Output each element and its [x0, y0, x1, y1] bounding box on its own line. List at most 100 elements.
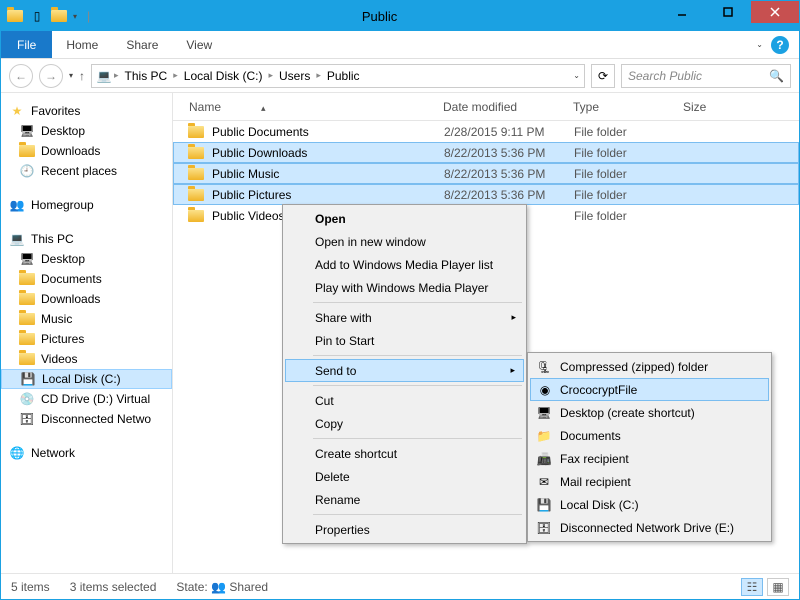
column-headers: Name▴ Date modified Type Size — [173, 93, 799, 121]
menu-item[interactable]: Copy — [285, 412, 524, 435]
column-type[interactable]: Type — [563, 100, 673, 114]
window-title: Public — [100, 9, 659, 24]
menu-item-label: Properties — [315, 523, 370, 537]
menu-item-label: Cut — [315, 394, 334, 408]
tab-share[interactable]: Share — [112, 32, 172, 58]
sidebar-item-recent[interactable]: 🕘Recent places — [1, 161, 172, 181]
menu-item[interactable]: 🗜Compressed (zipped) folder — [530, 355, 769, 378]
network-icon: 🌐 — [9, 445, 25, 461]
chevron-right-icon[interactable]: ▸ — [114, 70, 119, 81]
netdrive-icon: 🗄 — [19, 411, 35, 427]
column-size[interactable]: Size — [673, 100, 743, 114]
menu-item[interactable]: ◉CrococryptFile — [530, 378, 769, 401]
menu-item[interactable]: 💾Local Disk (C:) — [530, 493, 769, 516]
search-input[interactable]: Search Public 🔍 — [621, 64, 791, 88]
sidebar-item-pictures[interactable]: Pictures — [1, 329, 172, 349]
menu-item[interactable]: Share with▸ — [285, 306, 524, 329]
chevron-right-icon[interactable]: ▸ — [268, 70, 273, 81]
menu-item[interactable]: Properties — [285, 518, 524, 541]
menu-item[interactable]: Create shortcut — [285, 442, 524, 465]
ribbon-collapse-icon[interactable]: ⌄ — [756, 40, 763, 49]
sidebar-item-desktop[interactable]: 🖥Desktop — [1, 121, 172, 141]
menu-item[interactable]: Cut — [285, 389, 524, 412]
qat-dropdown-icon[interactable]: ▾ — [73, 12, 77, 21]
menu-item-label: Fax recipient — [560, 452, 629, 466]
menu-item-label: Add to Windows Media Player list — [315, 258, 493, 272]
sidebar-favorites[interactable]: ★Favorites — [1, 101, 172, 121]
refresh-button[interactable]: ⟳ — [591, 64, 615, 88]
sidebar-item-desktop2[interactable]: 🖥Desktop — [1, 249, 172, 269]
row-name: Public Documents — [212, 125, 309, 139]
disk-icon: 💾 — [536, 497, 552, 513]
tab-home[interactable]: Home — [52, 32, 112, 58]
nav-bar: ← → ▾ ↑ 💻 ▸ This PC ▸ Local Disk (C:) ▸ … — [1, 59, 799, 93]
forward-button[interactable]: → — [39, 64, 63, 88]
titlebar[interactable]: ▯ ▾ | Public — [1, 1, 799, 31]
help-icon[interactable]: ? — [771, 36, 789, 54]
crumb-users[interactable]: Users — [275, 69, 314, 83]
back-button[interactable]: ← — [9, 64, 33, 88]
table-row[interactable]: Public Music 8/22/2013 5:36 PM File fold… — [173, 163, 799, 184]
crumb-public[interactable]: Public — [323, 69, 364, 83]
maximize-button[interactable] — [705, 1, 751, 23]
sidebar-item-downloads[interactable]: Downloads — [1, 141, 172, 161]
table-row[interactable]: Public Pictures 8/22/2013 5:36 PM File f… — [173, 184, 799, 205]
menu-item[interactable]: 📠Fax recipient — [530, 447, 769, 470]
close-button[interactable] — [751, 1, 799, 23]
context-menu: Open Open in new window Add to Windows Med… — [282, 204, 527, 544]
qat-newfolder-icon[interactable] — [51, 8, 67, 24]
menu-item[interactable]: 🗄Disconnected Network Drive (E:) — [530, 516, 769, 539]
crumb-thispc[interactable]: This PC — [121, 69, 172, 83]
menu-separator — [313, 514, 522, 515]
row-date: 8/22/2013 5:36 PM — [434, 146, 564, 160]
history-dropdown-icon[interactable]: ▾ — [69, 71, 73, 80]
menu-item[interactable]: ✉Mail recipient — [530, 470, 769, 493]
view-large-button[interactable]: ▦ — [767, 578, 789, 596]
menu-item[interactable]: Open — [285, 207, 524, 230]
menu-item[interactable]: 📁Documents — [530, 424, 769, 447]
chevron-right-icon[interactable]: ▸ — [316, 70, 321, 81]
sidebar-item-videos[interactable]: Videos — [1, 349, 172, 369]
sidebar-item-documents[interactable]: Documents — [1, 269, 172, 289]
sidebar-thispc[interactable]: 💻This PC — [1, 229, 172, 249]
breadcrumb[interactable]: 💻 ▸ This PC ▸ Local Disk (C:) ▸ Users ▸ … — [91, 64, 585, 88]
menu-item-label: Open — [315, 212, 346, 226]
menu-item[interactable]: Play with Windows Media Player — [285, 276, 524, 299]
menu-item[interactable]: Send to▸ — [285, 359, 524, 382]
file-tab[interactable]: File — [1, 31, 52, 58]
qat-properties-icon[interactable]: ▯ — [29, 8, 45, 24]
menu-item-label: Pin to Start — [315, 334, 374, 348]
search-placeholder: Search Public — [628, 69, 769, 83]
minimize-button[interactable] — [659, 1, 705, 23]
up-button[interactable]: ↑ — [79, 69, 85, 83]
tab-view[interactable]: View — [172, 32, 226, 58]
table-row[interactable]: Public Downloads 8/22/2013 5:36 PM File … — [173, 142, 799, 163]
menu-item[interactable]: Add to Windows Media Player list — [285, 253, 524, 276]
crumb-localdisk[interactable]: Local Disk (C:) — [180, 69, 267, 83]
table-row[interactable]: Public Documents 2/28/2015 9:11 PM File … — [173, 121, 799, 142]
row-date: 2/28/2015 9:11 PM — [434, 125, 564, 139]
menu-item[interactable]: 🖥Desktop (create shortcut) — [530, 401, 769, 424]
menu-item[interactable]: Open in new window — [285, 230, 524, 253]
downloads-icon — [19, 143, 35, 159]
sidebar-item-localdisk[interactable]: 💾Local Disk (C:) — [1, 369, 172, 389]
sidebar-item-music[interactable]: Music — [1, 309, 172, 329]
pictures-icon — [19, 331, 35, 347]
sidebar-homegroup[interactable]: 👥Homegroup — [1, 195, 172, 215]
row-name: Public Videos — [212, 209, 285, 223]
sidebar-network[interactable]: 🌐Network — [1, 443, 172, 463]
breadcrumb-dropdown-icon[interactable]: ⌄ — [573, 71, 580, 80]
column-name[interactable]: Name▴ — [173, 100, 433, 114]
column-date[interactable]: Date modified — [433, 100, 563, 114]
menu-separator — [313, 302, 522, 303]
view-details-button[interactable]: ☷ — [741, 578, 763, 596]
menu-item[interactable]: Pin to Start — [285, 329, 524, 352]
menu-item[interactable]: Delete — [285, 465, 524, 488]
search-icon: 🔍 — [769, 69, 784, 83]
sidebar-item-cddrive[interactable]: 💿CD Drive (D:) Virtual — [1, 389, 172, 409]
sidebar-item-netdrive[interactable]: 🗄Disconnected Netwo — [1, 409, 172, 429]
folder-icon — [188, 147, 204, 159]
chevron-right-icon[interactable]: ▸ — [173, 70, 178, 81]
menu-item[interactable]: Rename — [285, 488, 524, 511]
sidebar-item-downloads2[interactable]: Downloads — [1, 289, 172, 309]
